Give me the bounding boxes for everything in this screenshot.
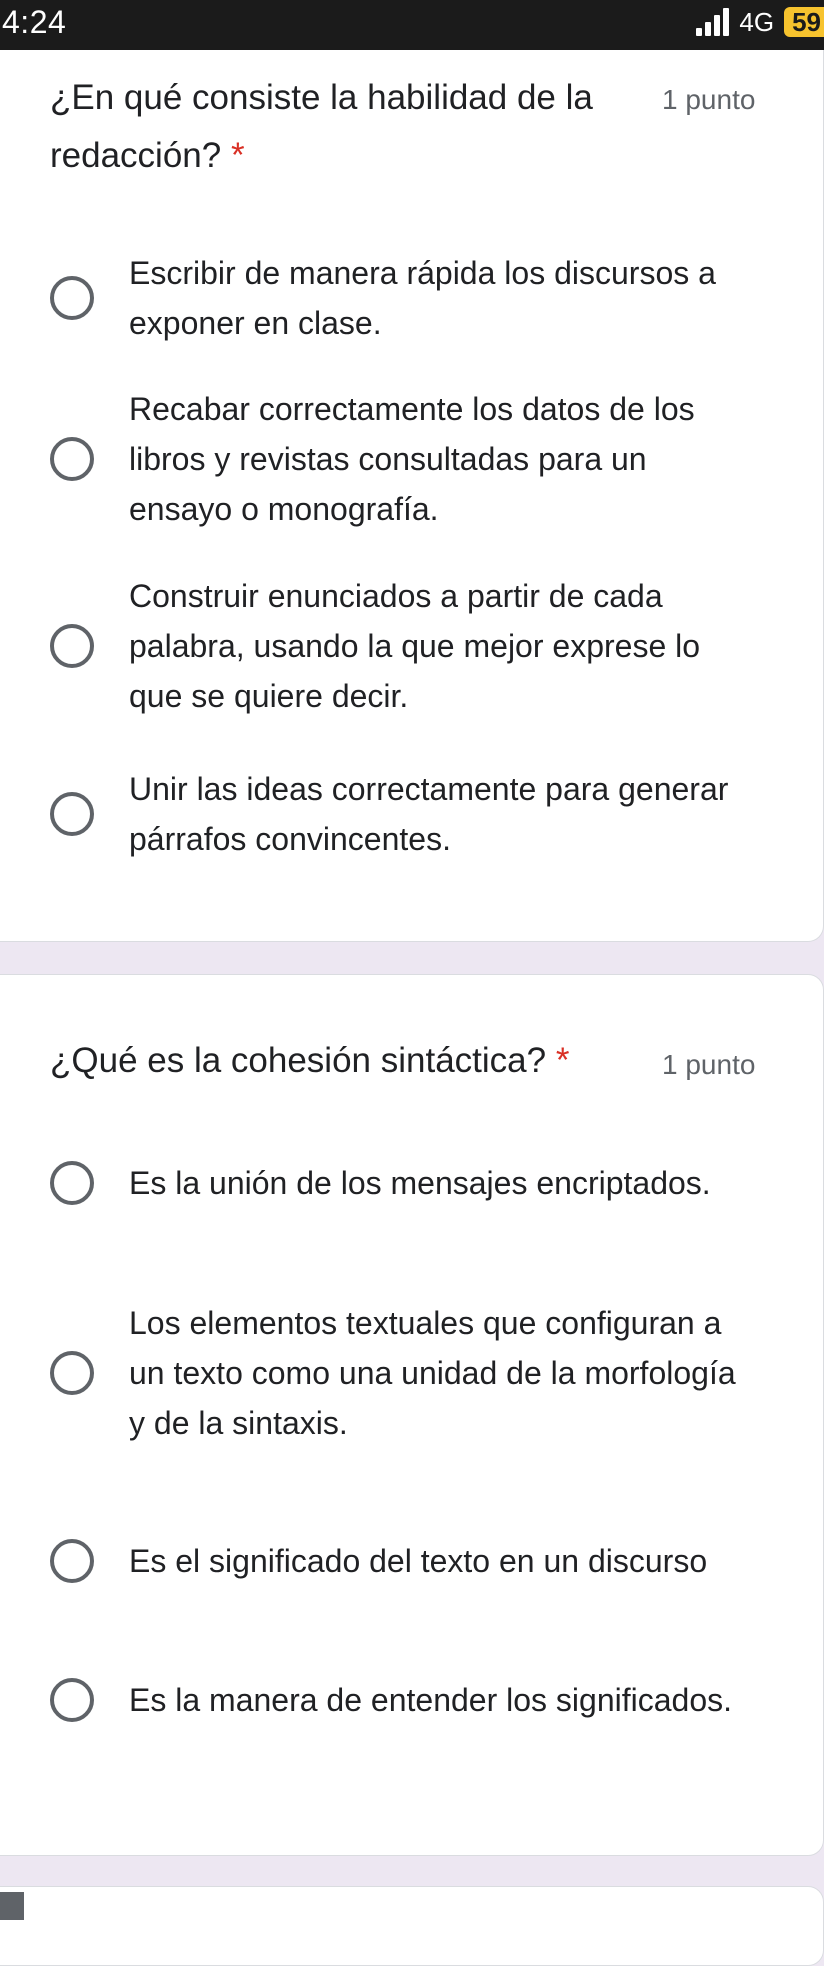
radio-button[interactable] (50, 437, 94, 481)
option-label: Escribir de manera rápida los discursos … (129, 255, 716, 341)
option-label: Los elementos textuales que configuran a… (129, 1305, 736, 1441)
battery-icon: 59 (784, 7, 824, 37)
required-mark: * (230, 136, 245, 175)
option-q2-a[interactable]: Es la unión de los mensajes encriptados. (50, 1158, 770, 1208)
network-type: 4G (739, 6, 775, 37)
option-label: Es el significado del texto en un discur… (129, 1543, 708, 1579)
option-label: Recabar correctamente los datos de los l… (129, 391, 695, 527)
question-points-2: 1 punto (662, 1049, 756, 1080)
radio-button[interactable] (50, 276, 94, 320)
radio-button[interactable] (50, 1351, 94, 1395)
required-mark: * (555, 1041, 570, 1080)
option-q1-a[interactable]: Escribir de manera rápida los discursos … (50, 248, 770, 348)
option-q2-c[interactable]: Es el significado del texto en un discur… (50, 1536, 770, 1586)
radio-button[interactable] (50, 1539, 94, 1583)
radio-button[interactable] (50, 792, 94, 836)
question-title-1: ¿En qué consiste la habilidad de la reda… (50, 78, 593, 175)
option-q2-b[interactable]: Los elementos textuales que configuran a… (50, 1298, 770, 1448)
option-label: Unir las ideas correctamente para genera… (129, 771, 729, 857)
option-q2-d[interactable]: Es la manera de entender los significado… (50, 1675, 770, 1725)
status-indicators: 4G 59 (696, 6, 824, 38)
error-indicator (0, 1892, 24, 1920)
question-points-1: 1 punto (662, 84, 756, 115)
option-label: Construir enunciados a partir de cada pa… (129, 578, 701, 714)
radio-button[interactable] (50, 624, 94, 668)
question-title-2: ¿Qué es la cohesión sintáctica? * (50, 1041, 570, 1080)
radio-button[interactable] (50, 1678, 94, 1722)
question-card-3 (0, 1886, 824, 1966)
option-q1-d[interactable]: Unir las ideas correctamente para genera… (50, 764, 770, 864)
option-q1-c[interactable]: Construir enunciados a partir de cada pa… (50, 571, 770, 721)
signal-icon (696, 8, 730, 36)
option-label: Es la unión de los mensajes encriptados. (129, 1165, 711, 1201)
option-label: Es la manera de entender los significado… (129, 1682, 733, 1718)
status-time: 4:24 (2, 4, 67, 40)
radio-button[interactable] (50, 1161, 94, 1205)
option-q1-b[interactable]: Recabar correctamente los datos de los l… (50, 384, 770, 534)
